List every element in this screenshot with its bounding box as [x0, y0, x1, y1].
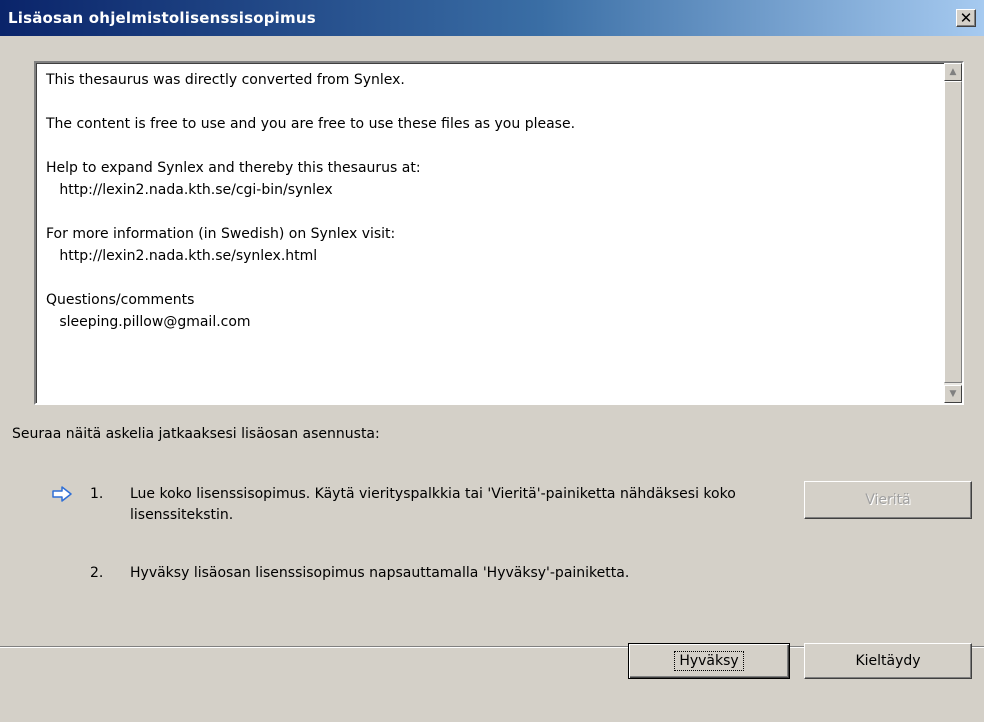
decline-button[interactable]: Kieltäydy	[804, 643, 972, 679]
scroll-up-arrow-icon: ▲	[949, 67, 957, 77]
title-bar: Lisäosan ohjelmistolisenssisopimus ✕	[0, 0, 984, 36]
step-1-text: Lue koko lisenssisopimus. Käytä vieritys…	[130, 486, 736, 523]
step-1-number: 1.	[90, 486, 104, 502]
scroll-down-arrow-icon: ▼	[949, 389, 957, 399]
accept-button[interactable]: Hyväksy	[628, 643, 790, 679]
scroll-thumb[interactable]	[944, 81, 962, 383]
step-2-text: Hyväksy lisäosan lisenssisopimus napsaut…	[130, 565, 630, 581]
close-button[interactable]: ✕	[956, 9, 976, 27]
license-text: This thesaurus was directly converted fr…	[46, 72, 576, 330]
license-text-box[interactable]: This thesaurus was directly converted fr…	[34, 61, 964, 405]
close-icon: ✕	[959, 9, 973, 27]
scroll-up-button[interactable]: ▲	[944, 63, 962, 81]
accept-button-label: Hyväksy	[674, 651, 744, 671]
step-2-number: 2.	[90, 565, 104, 581]
scroll-button-label: Vieritä	[865, 492, 911, 508]
scroll-button[interactable]: Vieritä	[804, 481, 972, 519]
scroll-down-button[interactable]: ▼	[944, 385, 962, 403]
instructions-text: Seuraa näitä askelia jatkaaksesi lisäosa…	[12, 426, 380, 442]
decline-button-label: Kieltäydy	[855, 653, 921, 669]
arrow-right-icon	[52, 486, 72, 502]
vertical-scrollbar[interactable]: ▲ ▼	[944, 63, 962, 403]
window-title: Lisäosan ohjelmistolisenssisopimus	[8, 9, 316, 27]
